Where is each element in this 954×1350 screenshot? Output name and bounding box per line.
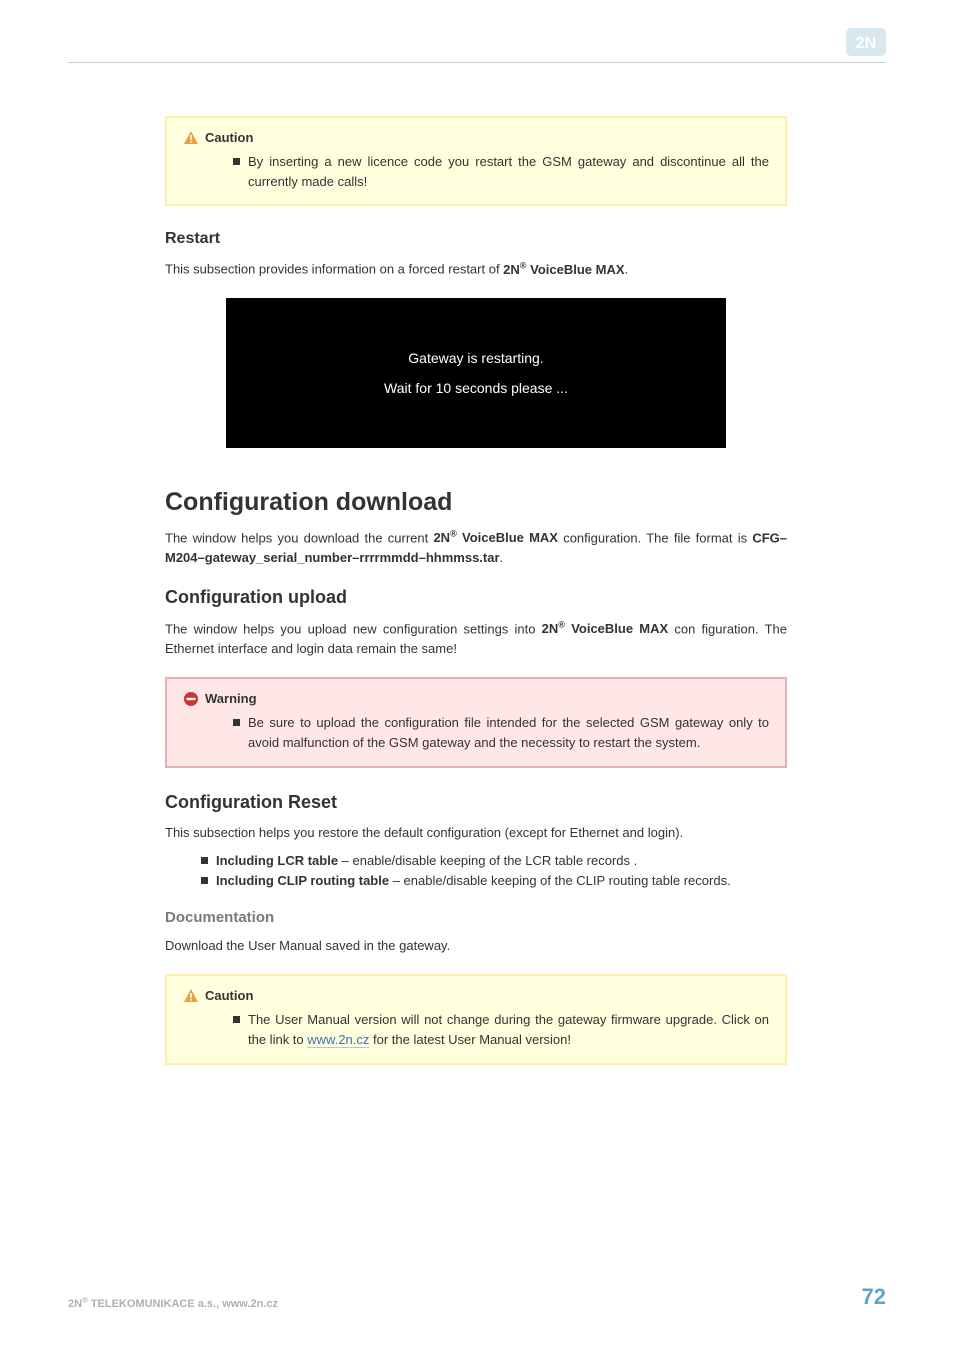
config-reset-list: Including LCR table – enable/disable kee… <box>165 851 787 891</box>
page-content: Caution By inserting a new licence code … <box>165 116 787 1089</box>
caution-title-row: Caution <box>183 128 769 148</box>
cd-para-mid: configuration. The file format is <box>558 530 752 545</box>
header-rule <box>68 62 886 63</box>
caution-box-manual: Caution The User Manual version will not… <box>165 974 787 1064</box>
cr-item1-label: Including LCR table <box>216 853 338 868</box>
cd-para-pre: The window helps you download the curren… <box>165 530 433 545</box>
cr-item1-body: – enable/disable keeping of the LCR tabl… <box>338 853 637 868</box>
restart-para-post: . <box>625 262 629 277</box>
bullet-icon <box>233 158 240 165</box>
restart-product-suffix: VoiceBlue MAX <box>527 262 625 277</box>
warning-triangle-icon <box>183 988 199 1004</box>
footer-left: 2N® TELEKOMUNIKACE a.s., www.2n.cz <box>68 1295 278 1310</box>
restart-paragraph: This subsection provides information on … <box>165 258 787 279</box>
documentation-paragraph: Download the User Manual saved in the ga… <box>165 936 787 956</box>
cd-product-prefix: 2N <box>433 530 450 545</box>
restart-line-2: Wait for 10 seconds please ... <box>384 380 568 396</box>
cu-product-prefix: 2N <box>542 621 559 636</box>
caution2-title-row: Caution <box>183 986 769 1006</box>
bullet-icon <box>233 719 240 726</box>
cu-product-suffix: VoiceBlue MAX <box>565 621 668 636</box>
bullet-icon <box>201 877 208 884</box>
restart-line-1: Gateway is restarting. <box>408 350 543 366</box>
cr-item2-label: Including CLIP routing table <box>216 873 389 888</box>
cu-para-pre: The window helps you upload new configur… <box>165 621 542 636</box>
config-download-paragraph: The window helps you download the curren… <box>165 527 787 569</box>
bullet-icon <box>201 857 208 864</box>
brand-logo: 2N <box>846 28 886 56</box>
link-2n-cz[interactable]: www.2n.cz <box>307 1032 369 1048</box>
warning-text: Be sure to upload the configuration file… <box>248 713 769 753</box>
caution-title: Caution <box>205 128 253 148</box>
warning-body: Be sure to upload the configuration file… <box>183 713 769 753</box>
list-item: Including CLIP routing table – enable/di… <box>201 871 787 891</box>
brand-logo-text: 2N <box>856 35 876 52</box>
page-footer: 2N® TELEKOMUNIKACE a.s., www.2n.cz 72 <box>68 1284 886 1310</box>
bullet-icon <box>233 1016 240 1023</box>
config-reset-heading: Configuration Reset <box>165 792 787 813</box>
documentation-heading: Documentation <box>165 909 787 926</box>
config-reset-paragraph: This subsection helps you restore the de… <box>165 823 787 843</box>
config-upload-paragraph: The window helps you upload new configur… <box>165 618 787 660</box>
page-number: 72 <box>862 1284 886 1310</box>
caution2-text: The User Manual version will not change … <box>248 1010 769 1050</box>
warning-box-upload: Warning Be sure to upload the configurat… <box>165 677 787 767</box>
caution2-body: The User Manual version will not change … <box>183 1010 769 1050</box>
footer-brand: 2N <box>68 1298 82 1310</box>
config-download-heading: Configuration download <box>165 488 787 517</box>
cd-para-post: . <box>500 550 504 565</box>
restart-product-prefix: 2N <box>503 262 520 277</box>
warning-title: Warning <box>205 689 257 709</box>
warning-title-row: Warning <box>183 689 769 709</box>
config-upload-heading: Configuration upload <box>165 587 787 608</box>
restart-screenshot: Gateway is restarting. Wait for 10 secon… <box>226 298 726 448</box>
list-item: Including LCR table – enable/disable kee… <box>201 851 787 871</box>
caution-body: By inserting a new licence code you rest… <box>183 152 769 192</box>
caution-text: By inserting a new licence code you rest… <box>248 152 769 192</box>
caution-box-licence: Caution By inserting a new licence code … <box>165 116 787 206</box>
no-entry-icon <box>183 691 199 707</box>
restart-heading: Restart <box>165 230 787 248</box>
footer-company: TELEKOMUNIKACE a.s., www.2n.cz <box>88 1298 278 1310</box>
warning-triangle-icon <box>183 130 199 146</box>
cd-product-suffix: VoiceBlue MAX <box>457 530 558 545</box>
caution2-title: Caution <box>205 986 253 1006</box>
cr-item2-body: – enable/disable keeping of the CLIP rou… <box>389 873 731 888</box>
restart-para-pre: This subsection provides information on … <box>165 262 503 277</box>
caution2-post: for the latest User Manual version! <box>369 1032 571 1047</box>
